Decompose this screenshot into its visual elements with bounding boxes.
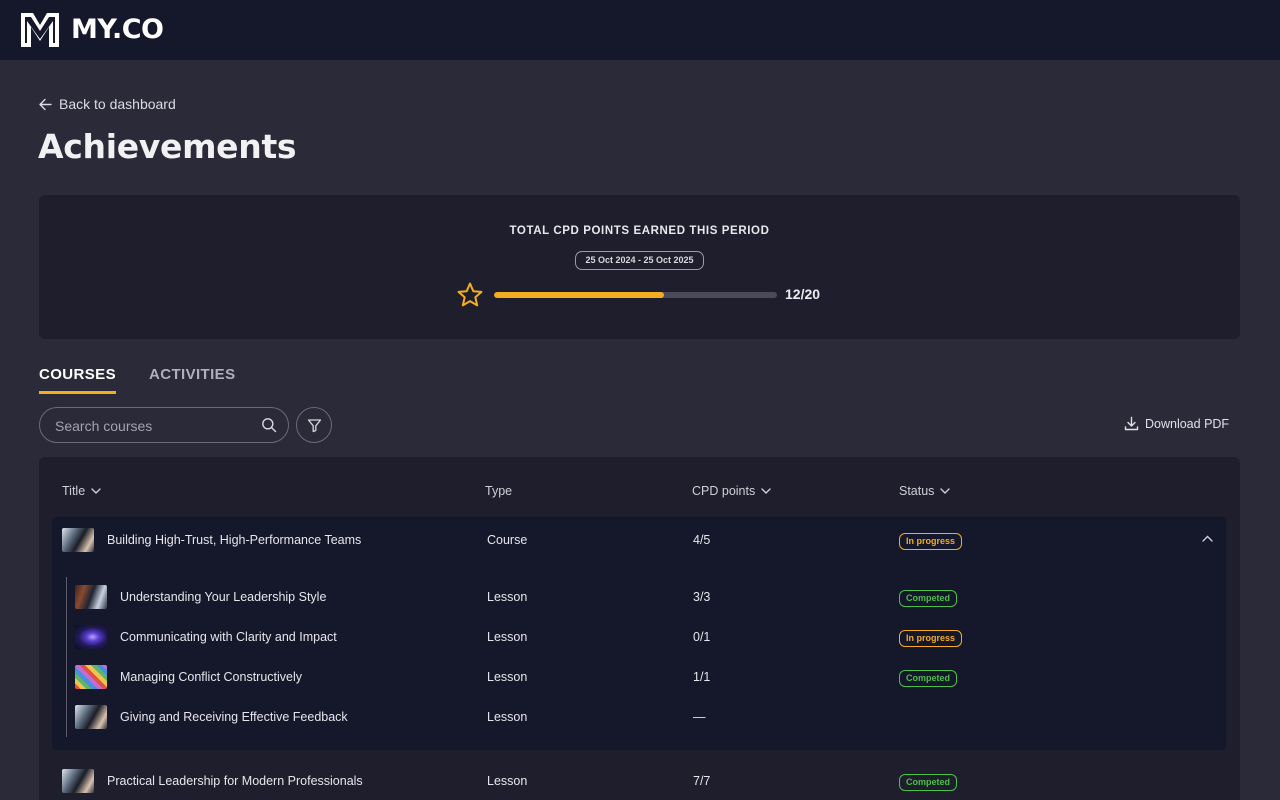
download-icon — [1124, 416, 1139, 431]
cpd-period-badge: 25 Oct 2024 - 25 Oct 2025 — [575, 251, 704, 270]
back-to-dashboard-link[interactable]: Back to dashboard — [39, 96, 176, 112]
search-box — [39, 407, 289, 443]
table-row-course[interactable]: Building High-Trust, High-Performance Te… — [52, 520, 1226, 560]
row-title: Communicating with Clarity and Impact — [120, 630, 337, 644]
table-row-lesson[interactable]: Giving and Receiving Effective Feedback … — [52, 697, 1226, 737]
table-row-lesson[interactable]: Communicating with Clarity and Impact Le… — [52, 617, 1226, 657]
brand-logo-mark-icon — [21, 13, 59, 47]
column-cpd-label: CPD points — [692, 484, 756, 498]
status-badge: Competed — [899, 774, 958, 791]
search-icon[interactable] — [261, 417, 277, 433]
filter-icon — [307, 418, 321, 432]
chevron-down-icon — [761, 488, 771, 494]
search-input[interactable] — [55, 416, 255, 436]
row-type: Lesson — [487, 630, 528, 644]
column-type-label: Type — [485, 484, 513, 498]
cpd-progress-bar — [494, 292, 777, 298]
tab-activities[interactable]: ACTIVITIES — [149, 366, 236, 394]
column-header-status[interactable]: Status — [899, 484, 951, 498]
row-title: Practical Leadership for Modern Professi… — [107, 774, 363, 788]
row-type: Course — [487, 533, 528, 547]
column-title-label: Title — [62, 484, 86, 498]
chevron-up-icon[interactable] — [1202, 535, 1213, 542]
row-type: Lesson — [487, 710, 528, 724]
courses-table: Title Type CPD points Status Building Hi… — [39, 457, 1240, 800]
row-cpd: 0/1 — [693, 630, 711, 644]
lesson-thumbnail — [75, 625, 107, 649]
row-type: Lesson — [487, 774, 528, 788]
tab-bar: COURSES ACTIVITIES — [39, 366, 269, 394]
row-type: Lesson — [487, 670, 528, 684]
chevron-down-icon — [91, 488, 101, 494]
cpd-points-value: 12/20 — [785, 286, 821, 302]
tab-courses[interactable]: COURSES — [39, 366, 116, 394]
row-cpd: — — [693, 710, 706, 724]
course-thumbnail — [62, 528, 94, 552]
row-cpd: 1/1 — [693, 670, 711, 684]
chevron-down-icon — [940, 488, 951, 494]
lesson-thumbnail — [75, 665, 107, 689]
filter-button[interactable] — [296, 407, 332, 443]
row-type: Lesson — [487, 590, 528, 604]
lesson-thumbnail — [75, 705, 107, 729]
page-title: Achievements — [38, 127, 297, 166]
star-icon — [457, 282, 483, 307]
arrow-left-icon — [39, 98, 52, 110]
row-title: Building High-Trust, High-Performance Te… — [107, 533, 362, 547]
brand-name: MY.CO — [71, 14, 164, 45]
column-header-cpd-points[interactable]: CPD points — [692, 484, 771, 498]
table-row-lesson[interactable]: Managing Conflict Constructively Lesson … — [52, 657, 1226, 697]
cpd-progress-fill — [494, 292, 664, 298]
row-title: Managing Conflict Constructively — [120, 670, 303, 684]
row-title: Giving and Receiving Effective Feedback — [120, 710, 348, 724]
status-badge: In progress — [899, 630, 963, 647]
course-thumbnail — [62, 769, 94, 793]
status-badge: Competed — [899, 590, 958, 607]
status-badge: In progress — [899, 533, 963, 550]
course-group-expanded: Building High-Trust, High-Performance Te… — [52, 517, 1226, 750]
table-row-course[interactable]: Practical Leadership for Modern Professi… — [52, 761, 1226, 800]
top-bar: MY.CO — [0, 0, 1280, 60]
back-link-label: Back to dashboard — [59, 96, 176, 112]
column-status-label: Status — [899, 484, 935, 498]
cpd-heading: TOTAL CPD POINTS EARNED THIS PERIOD — [509, 225, 770, 237]
column-header-type: Type — [485, 484, 512, 498]
download-pdf-label: Download PDF — [1145, 416, 1230, 431]
download-pdf-button[interactable]: Download PDF — [1124, 416, 1229, 431]
lesson-thumbnail — [75, 585, 107, 609]
table-row-lesson[interactable]: Understanding Your Leadership Style Less… — [52, 577, 1226, 617]
column-header-title[interactable]: Title — [62, 484, 101, 498]
row-cpd: 7/7 — [693, 774, 711, 788]
row-cpd: 3/3 — [693, 590, 711, 604]
row-title: Understanding Your Leadership Style — [120, 590, 327, 604]
row-cpd: 4/5 — [693, 533, 711, 547]
brand-logo[interactable]: MY.CO — [19, 11, 164, 49]
cpd-summary-card: TOTAL CPD POINTS EARNED THIS PERIOD 25 O… — [39, 195, 1240, 339]
status-badge: Competed — [899, 670, 958, 687]
